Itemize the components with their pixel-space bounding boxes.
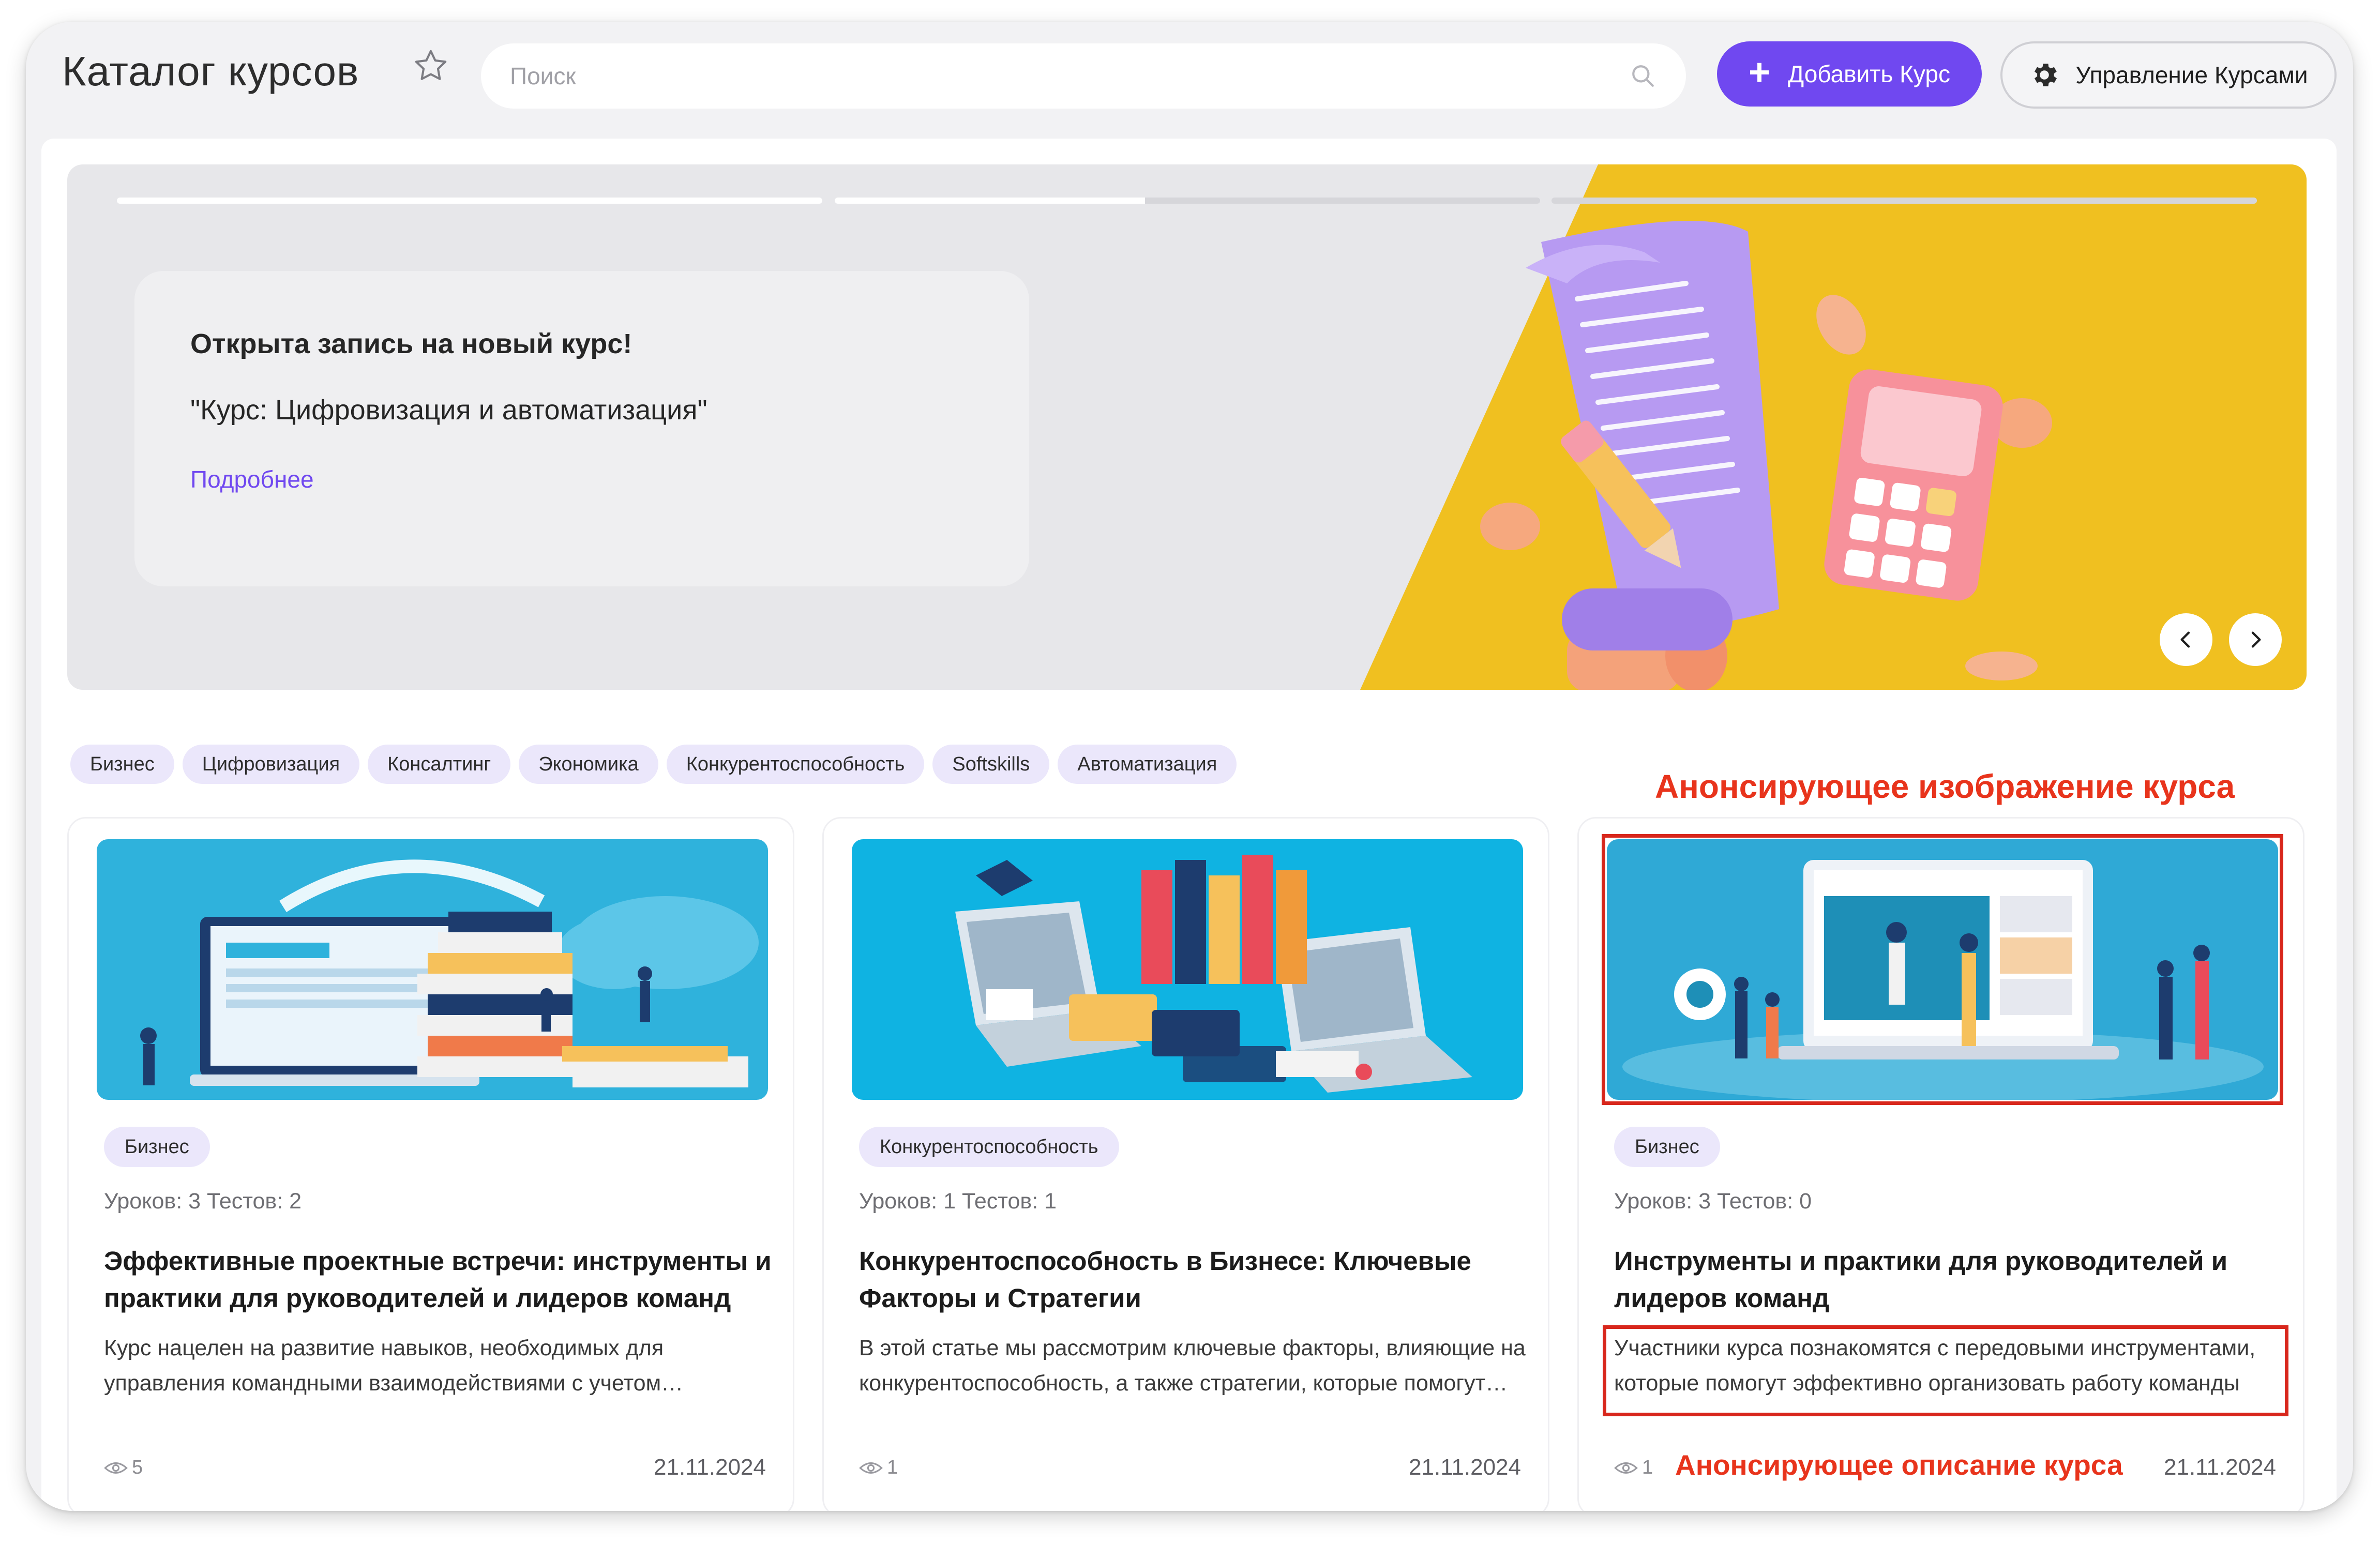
course-category-badge: Бизнес xyxy=(104,1127,210,1167)
course-description: Курс нацелен на развитие навыков, необхо… xyxy=(104,1336,664,1396)
annotation-image-label: Анонсирующее изображение курса xyxy=(1655,768,2235,805)
course-thumbnail[interactable] xyxy=(852,839,1523,1100)
plus-icon: + xyxy=(1749,52,1771,93)
course-description: В этой статье мы рассмотрим ключевые фак… xyxy=(859,1336,1526,1396)
tag-filter-list: Бизнес Цифровизация Консалтинг Экономика… xyxy=(70,745,1237,784)
star-icon[interactable] xyxy=(411,47,450,86)
course-date: 21.11.2024 xyxy=(1409,1455,1521,1480)
banner-prev-button[interactable] xyxy=(2160,613,2212,666)
slide-progress-fill-1 xyxy=(117,198,822,204)
course-date: 21.11.2024 xyxy=(654,1455,766,1480)
slide-progress-2[interactable] xyxy=(835,198,1540,204)
search-bar xyxy=(481,43,1686,109)
course-image xyxy=(852,839,1523,1100)
eye-icon xyxy=(1614,1462,1638,1474)
tag-filter[interactable]: Конкурентоспособность xyxy=(666,745,925,784)
course-meta: Уроков: 1 Тестов: 1 xyxy=(859,1189,1057,1214)
banner-heading: Открыта запись на новый курс! xyxy=(190,328,632,359)
tag-filter[interactable]: Бизнес xyxy=(70,745,174,784)
tag-filter[interactable]: Автоматизация xyxy=(1058,745,1237,784)
course-meta: Уроков: 3 Тестов: 0 xyxy=(1614,1189,1812,1214)
chevron-right-icon xyxy=(2251,631,2261,648)
app-window: Каталог курсов + Добавить Курс Управлени… xyxy=(26,22,2353,1511)
annotation-image-box xyxy=(1602,834,2283,1105)
banner-subtitle: "Курс: Цифровизация и автоматизация" xyxy=(190,395,707,426)
views-count: 1 xyxy=(1642,1457,1653,1478)
manage-courses-button[interactable]: Управление Курсами xyxy=(2000,41,2337,109)
tag-filter[interactable]: Экономика xyxy=(519,745,658,784)
banner-card: Открыта запись на новый курс! "Курс: Циф… xyxy=(134,271,1029,586)
tag-filter[interactable]: Консалтинг xyxy=(368,745,511,784)
course-thumbnail[interactable] xyxy=(97,839,768,1100)
eye-icon xyxy=(104,1462,128,1474)
course-views: 1 xyxy=(1614,1457,1653,1479)
course-card[interactable]: Бизнес Уроков: 3 Тестов: 0 Инструменты и… xyxy=(1577,817,2304,1511)
eye-icon xyxy=(859,1462,883,1474)
add-course-button[interactable]: + Добавить Курс xyxy=(1717,41,1982,107)
annotation-description-box xyxy=(1603,1325,2288,1416)
views-count: 5 xyxy=(132,1457,143,1478)
slide-progress-fill-2 xyxy=(835,198,1146,204)
manage-courses-label: Управление Курсами xyxy=(2075,62,2308,88)
course-card[interactable]: Конкурентоспособность Уроков: 1 Тестов: … xyxy=(822,817,1549,1511)
page-title: Каталог курсов xyxy=(62,48,359,94)
course-image xyxy=(97,839,768,1100)
course-title[interactable]: Инструменты и практики для руководителей… xyxy=(1614,1243,2286,1317)
course-title[interactable]: Эффективные проектные встречи: инструмен… xyxy=(104,1243,776,1317)
course-views: 5 xyxy=(104,1457,143,1479)
search-icon[interactable] xyxy=(1630,63,1656,89)
header: Каталог курсов + Добавить Курс Управлени… xyxy=(26,22,2353,141)
banner-next-button[interactable] xyxy=(2229,613,2282,666)
add-course-label: Добавить Курс xyxy=(1788,60,1950,87)
banner-more-link[interactable]: Подробнее xyxy=(190,465,314,493)
search-input[interactable] xyxy=(510,43,1596,109)
course-category-badge: Бизнес xyxy=(1614,1127,1720,1167)
promo-banner: Открыта запись на новый курс! "Курс: Циф… xyxy=(67,164,2307,690)
tag-filter[interactable]: Softskills xyxy=(932,745,1050,784)
gear-icon xyxy=(2035,64,2057,86)
course-meta: Уроков: 3 Тестов: 2 xyxy=(104,1189,302,1214)
chevron-left-icon xyxy=(2180,631,2190,648)
course-title[interactable]: Конкурентоспособность в Бизнесе: Ключевы… xyxy=(859,1243,1531,1317)
course-category-badge: Конкурентоспособность xyxy=(859,1127,1119,1167)
course-card[interactable]: Бизнес Уроков: 3 Тестов: 2 Эффективные п… xyxy=(67,817,794,1511)
annotation-description-label: Анонсирующее описание курса xyxy=(1675,1449,2123,1481)
slide-progress-3[interactable] xyxy=(1551,198,2257,204)
main-panel: Открыта запись на новый курс! "Курс: Циф… xyxy=(41,139,2337,1511)
slide-progress-1[interactable] xyxy=(117,198,822,204)
views-count: 1 xyxy=(887,1457,898,1478)
tag-filter[interactable]: Цифровизация xyxy=(182,745,360,784)
course-views: 1 xyxy=(859,1457,898,1479)
course-date: 21.11.2024 xyxy=(2164,1455,2276,1480)
